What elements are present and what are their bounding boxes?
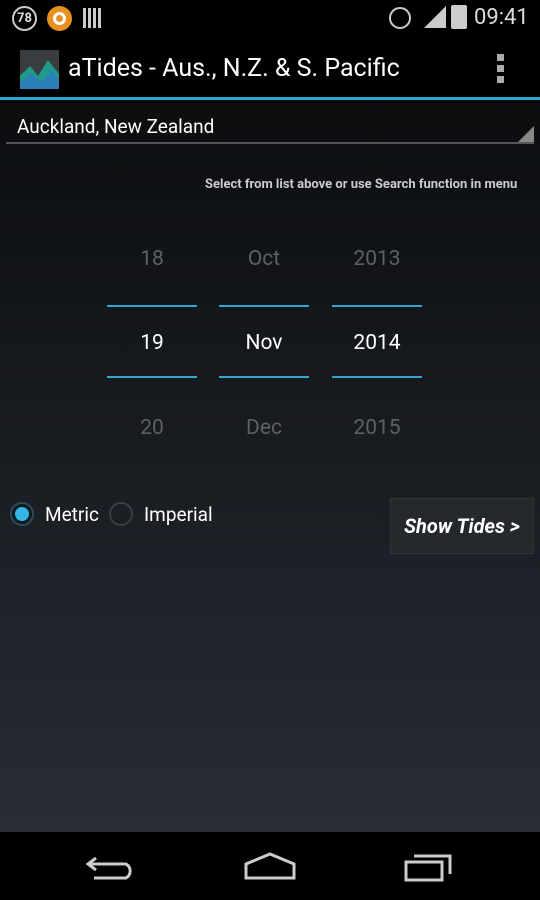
action-bar: aTides - Aus., N.Z. & S. Pacific (0, 36, 540, 100)
show-tides-button[interactable]: Show Tides > (390, 498, 534, 554)
alarm-icon (389, 7, 411, 29)
radio-unchecked-icon (109, 502, 133, 526)
barcode-icon (83, 8, 101, 28)
clock: 09:41 (474, 5, 529, 30)
divider (107, 305, 197, 307)
overflow-menu-icon[interactable] (494, 54, 506, 84)
hint-text: Select from list above or use Search fun… (205, 177, 518, 192)
day-prev[interactable]: 18 (107, 247, 197, 271)
radio-checked-icon (10, 502, 34, 526)
battery-charging-icon (451, 5, 467, 29)
year-next[interactable]: 2015 (332, 416, 422, 440)
radio-label: Metric (45, 502, 99, 526)
app-logo-icon (20, 50, 59, 89)
app-notification-icon (47, 6, 72, 31)
navigation-bar (0, 832, 540, 900)
back-icon[interactable] (86, 852, 138, 880)
year-prev[interactable]: 2013 (332, 247, 422, 271)
radio-label: Imperial (144, 502, 213, 526)
radio-imperial[interactable]: Imperial (109, 502, 213, 526)
main-content: Auckland, New Zealand Select from list a… (0, 103, 540, 832)
status-bar: 78 09:41 (0, 0, 540, 36)
divider (107, 376, 197, 378)
location-spinner[interactable]: Auckland, New Zealand (6, 111, 534, 144)
radio-metric[interactable]: Metric (10, 502, 99, 526)
home-icon[interactable] (243, 852, 297, 880)
day-selected[interactable]: 19 (107, 331, 197, 355)
notification-count-icon: 78 (12, 6, 37, 31)
dropdown-arrow-icon (518, 126, 534, 142)
divider (332, 305, 422, 307)
month-prev[interactable]: Oct (219, 247, 309, 271)
recent-apps-icon[interactable] (404, 850, 454, 882)
day-next[interactable]: 20 (107, 416, 197, 440)
divider (219, 305, 309, 307)
location-value: Auckland, New Zealand (17, 115, 215, 138)
year-selected[interactable]: 2014 (332, 331, 422, 355)
signal-icon (424, 6, 446, 28)
divider (332, 376, 422, 378)
month-next[interactable]: Dec (219, 416, 309, 440)
app-title: aTides - Aus., N.Z. & S. Pacific (68, 54, 400, 83)
divider (219, 376, 309, 378)
month-selected[interactable]: Nov (219, 331, 309, 355)
